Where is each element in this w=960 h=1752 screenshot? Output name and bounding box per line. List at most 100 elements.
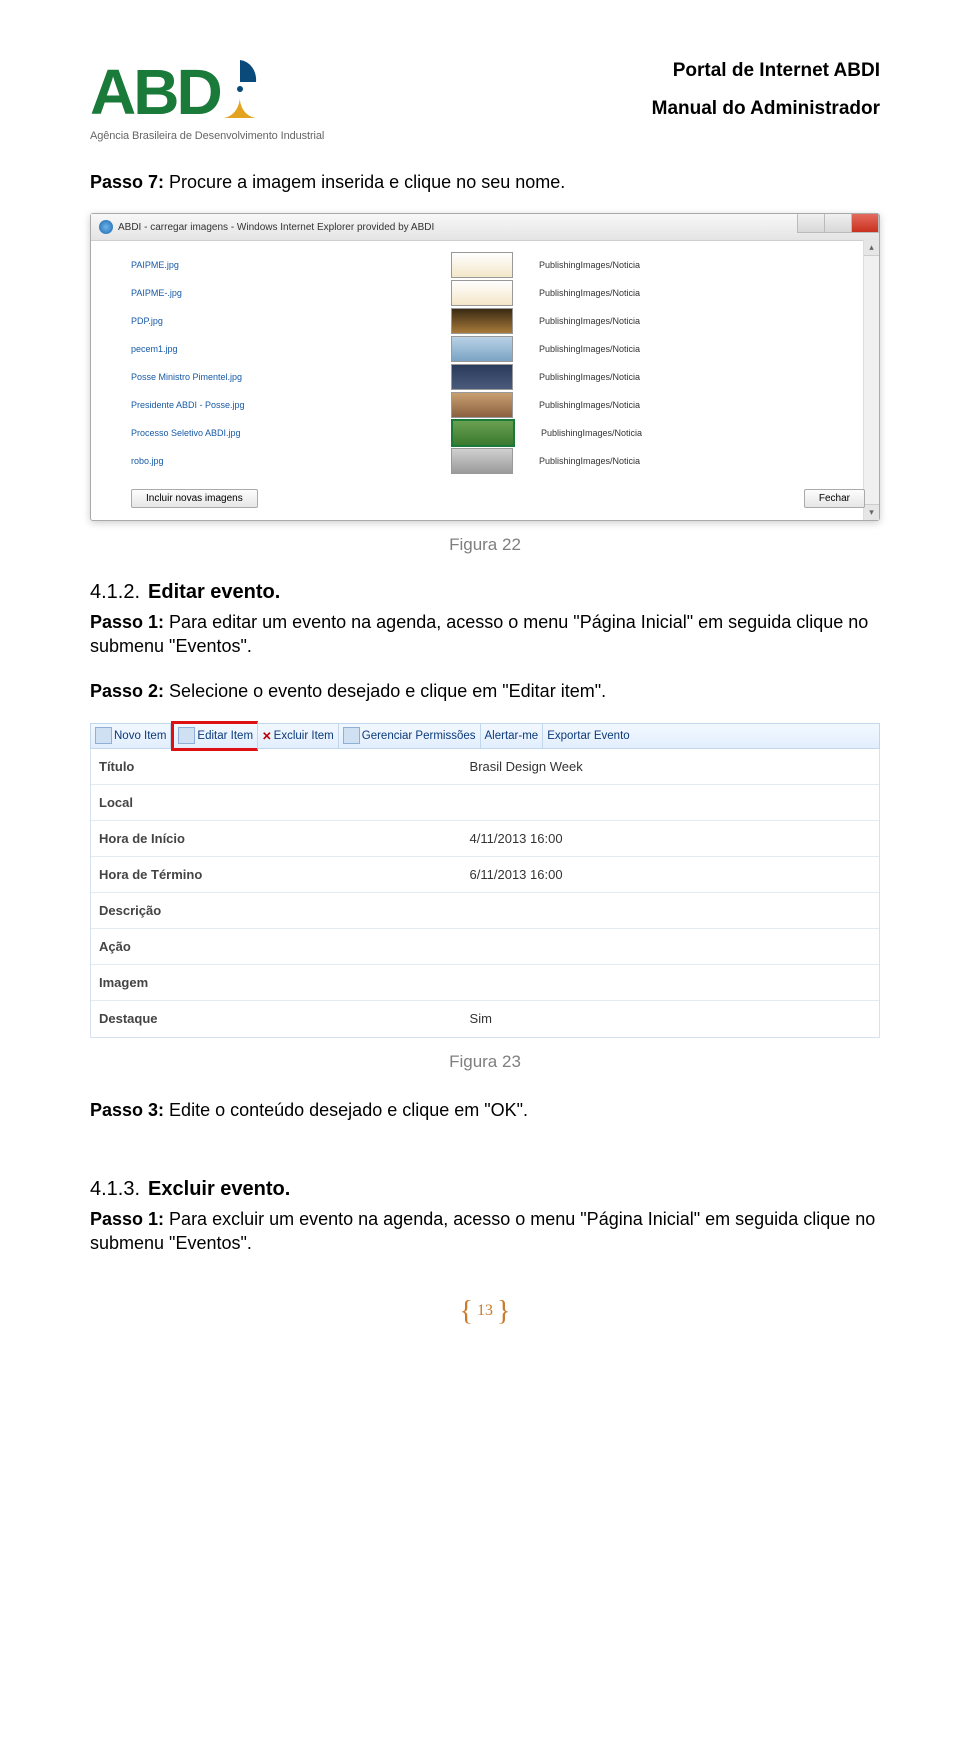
image-filename-link[interactable]: PAIPME-.jpg: [131, 288, 451, 298]
detail-row: Ação: [91, 929, 879, 965]
detail-label: Descrição: [99, 903, 470, 918]
detail-row: Hora de Término6/11/2013 16:00: [91, 857, 879, 893]
item-details-table: TítuloBrasil Design Week Local Hora de Iní…: [90, 749, 880, 1038]
alertar-me-button[interactable]: Alertar-me: [481, 724, 544, 748]
step-2: Passo 2: Selecione o evento desejado e c…: [90, 679, 880, 703]
step-text: Edite o conteúdo desejado e clique em "O…: [164, 1100, 528, 1120]
screenshot-figure-23: Novo Item Editar Item ✕Excluir Item Gere…: [90, 723, 880, 1038]
step-text: Para excluir um evento na agenda, acesso…: [90, 1209, 875, 1253]
step-text: Selecione o evento desejado e clique em …: [164, 681, 606, 701]
step-label: Passo 2:: [90, 681, 164, 701]
detail-value: 6/11/2013 16:00: [470, 867, 871, 882]
image-filename-link[interactable]: Posse Ministro Pimentel.jpg: [131, 372, 451, 382]
image-thumb: [451, 419, 515, 447]
detail-value: Sim: [470, 1011, 871, 1026]
page-number: { 13 }: [90, 1296, 880, 1328]
detail-row: Hora de Início4/11/2013 16:00: [91, 821, 879, 857]
detail-label: Hora de Término: [99, 867, 470, 882]
image-filename-link[interactable]: Presidente ABDI - Posse.jpg: [131, 400, 451, 410]
detail-row: Imagem: [91, 965, 879, 1001]
logo-tagline: Agência Brasileira de Desenvolvimento In…: [90, 130, 420, 142]
image-row: Presidente ABDI - Posse.jpgPublishingIma…: [131, 391, 865, 419]
window-body: PAIPME.jpgPublishingImages/NoticiaPAIPME…: [91, 241, 879, 520]
image-thumb: [451, 448, 513, 474]
image-filename-link[interactable]: pecem1.jpg: [131, 344, 451, 354]
section-title: Excluir evento.: [148, 1178, 290, 1200]
image-thumb: [451, 364, 513, 390]
image-thumb: [451, 392, 513, 418]
image-path: PublishingImages/Noticia: [539, 372, 640, 382]
detail-row: DestaqueSim: [91, 1001, 879, 1037]
step-1-edit: Passo 1: Para editar um evento na agenda…: [90, 610, 880, 659]
incluir-imagens-button[interactable]: Incluir novas imagens: [131, 489, 258, 508]
maximize-button[interactable]: [824, 214, 852, 233]
image-path: PublishingImages/Noticia: [541, 428, 642, 438]
image-thumb: [451, 308, 513, 334]
item-toolbar: Novo Item Editar Item ✕Excluir Item Gere…: [90, 723, 880, 749]
image-row: Processo Seletivo ABDI.jpg PublishingImag…: [131, 419, 865, 447]
step-text: Procure a imagem inserida e clique no se…: [164, 172, 565, 192]
image-row: robo.jpg PublishingImages/Noticia: [131, 447, 865, 475]
detail-value: Brasil Design Week: [470, 759, 871, 774]
detail-row: Local: [91, 785, 879, 821]
delete-icon: ✕: [262, 729, 272, 743]
detail-label: Ação: [99, 939, 470, 954]
section-title: Editar evento.: [148, 581, 280, 603]
editar-item-button[interactable]: Editar Item: [171, 721, 258, 751]
image-path: PublishingImages/Noticia: [539, 288, 640, 298]
image-path: PublishingImages/Noticia: [539, 456, 640, 466]
step-label: Passo 1:: [90, 1209, 164, 1229]
section-number: 4.1.3.: [90, 1178, 140, 1200]
fechar-button[interactable]: Fechar: [804, 489, 865, 508]
image-path: PublishingImages/Noticia: [539, 344, 640, 354]
permissions-icon: [343, 727, 360, 744]
gerenciar-permissoes-button[interactable]: Gerenciar Permissões: [339, 724, 481, 748]
step-label: Passo 3:: [90, 1100, 164, 1120]
header-right: Portal de Internet ABDI Manual do Admini…: [652, 60, 880, 120]
header-manual: Manual do Administrador: [652, 98, 880, 120]
screenshot-figure-22: ABDI - carregar imagens - Windows Intern…: [90, 213, 880, 521]
figure-caption-22: Figura 22: [90, 535, 880, 555]
image-filename-link[interactable]: Processo Seletivo ABDI.jpg: [131, 428, 451, 438]
excluir-item-button[interactable]: ✕Excluir Item: [258, 724, 339, 748]
ie-icon: [99, 220, 113, 234]
detail-label: Hora de Início: [99, 831, 470, 846]
step-label: Passo 7:: [90, 172, 164, 192]
step-1-excluir: Passo 1: Para excluir um evento na agend…: [90, 1207, 880, 1256]
image-path: PublishingImages/Noticia: [539, 316, 640, 326]
step-7: Passo 7: Procure a imagem inserida e cli…: [90, 172, 880, 193]
figure-caption-23: Figura 23: [90, 1052, 880, 1072]
window-buttons: [798, 214, 879, 233]
window-title: ABDI - carregar imagens - Windows Intern…: [118, 222, 434, 233]
image-filename-link[interactable]: PDP.jpg: [131, 316, 451, 326]
exportar-evento-button[interactable]: Exportar Evento: [543, 724, 633, 748]
step-3: Passo 3: Edite o conteúdo desejado e cli…: [90, 1098, 880, 1122]
detail-row: Descrição: [91, 893, 879, 929]
image-thumb: [451, 280, 513, 306]
image-row: pecem1.jpg PublishingImages/Noticia: [131, 335, 865, 363]
section-4-1-3: 4.1.3. Excluir evento.: [90, 1178, 880, 1201]
close-button[interactable]: [851, 214, 879, 233]
step-text: Para editar um evento na agenda, acesso …: [90, 612, 868, 656]
image-thumb: [451, 336, 513, 362]
image-thumb: [451, 252, 513, 278]
image-path: PublishingImages/Noticia: [539, 260, 640, 270]
header-portal: Portal de Internet ABDI: [652, 60, 880, 82]
minimize-button[interactable]: [797, 214, 825, 233]
novo-item-button[interactable]: Novo Item: [91, 724, 171, 748]
image-row: PDP.jpg PublishingImages/Noticia: [131, 307, 865, 335]
window-titlebar: ABDI - carregar imagens - Windows Intern…: [91, 214, 879, 241]
image-filename-link[interactable]: PAIPME.jpg: [131, 260, 451, 270]
page-header: ABD Agência Brasileira de Desenvolviment…: [90, 60, 880, 142]
image-filename-link[interactable]: robo.jpg: [131, 456, 451, 466]
section-4-1-2: 4.1.2.Editar evento.: [90, 581, 880, 604]
detail-label: Destaque: [99, 1011, 470, 1026]
detail-row: TítuloBrasil Design Week: [91, 749, 879, 785]
detail-label: Local: [99, 795, 470, 810]
detail-value: 4/11/2013 16:00: [470, 831, 871, 846]
detail-label: Título: [99, 759, 470, 774]
detail-label: Imagem: [99, 975, 470, 990]
image-row: PAIPME-.jpg PublishingImages/Noticia: [131, 279, 865, 307]
logo-letters: ABD: [90, 60, 220, 124]
new-icon: [95, 727, 112, 744]
